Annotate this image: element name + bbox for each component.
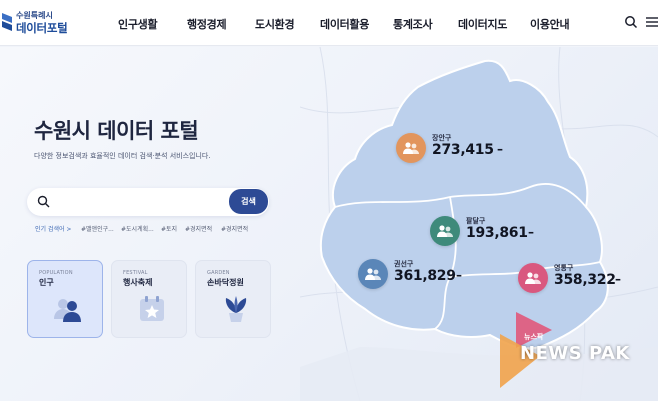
dash-mark: – xyxy=(615,272,621,286)
calendar-star-icon xyxy=(140,296,164,321)
district-population: 358,322 xyxy=(554,272,616,288)
district-population: 193,861 xyxy=(466,225,528,241)
page-description: 다양한 정보검색과 효율적인 데이터 검색·분석 서비스입니다. xyxy=(34,152,211,160)
card-title: 인구 xyxy=(39,278,54,287)
popular-keywords-label: 인기 검색어 > xyxy=(35,226,72,233)
popular-tag[interactable]: #토지 xyxy=(161,224,177,233)
nav-item-data-utilization[interactable]: 데이터활용 xyxy=(320,16,369,32)
site-header: 수원특례시 데이터포털 인구생활 행정경제 도시환경 데이터활용 통계조사 데이… xyxy=(0,0,658,46)
district-population: 273,415 xyxy=(432,142,494,158)
search-button[interactable]: 검색 xyxy=(229,189,268,214)
card-title: 손바닥정원 xyxy=(207,278,244,287)
popular-tag[interactable]: #밸앤인구... xyxy=(81,224,114,233)
district-badge xyxy=(518,263,548,293)
people-icon xyxy=(403,142,419,154)
search-icon xyxy=(37,195,50,208)
plant-icon xyxy=(225,296,247,322)
district-population: 361,829 xyxy=(394,268,456,284)
watermark-text: NEWS PAK xyxy=(520,343,630,364)
popular-tag[interactable]: #도시계획... xyxy=(121,224,154,233)
popular-tag[interactable]: #경지면적 xyxy=(185,224,212,233)
card-garden[interactable]: GARDEN 손바닥정원 xyxy=(195,260,271,338)
card-population[interactable]: POPULATION 인구 xyxy=(27,260,103,338)
site-logo[interactable]: 수원특례시 데이터포털 xyxy=(0,8,90,38)
hamburger-menu-icon[interactable] xyxy=(645,15,658,29)
dash-mark: – xyxy=(456,268,462,282)
page-title: 수원시 데이터 포털 xyxy=(34,119,199,143)
card-festival[interactable]: FESTIVAL 행사축제 xyxy=(111,260,187,338)
card-en-label: POPULATION xyxy=(39,270,73,276)
card-title: 행사축제 xyxy=(123,278,153,287)
nav-item-statistics-survey[interactable]: 통계조사 xyxy=(393,16,433,32)
map-outline xyxy=(319,59,609,350)
newspak-watermark: 뉴스팍 NEWS PAK xyxy=(494,312,658,388)
nav-item-urban-environment[interactable]: 도시환경 xyxy=(255,16,295,32)
people-icon xyxy=(54,299,81,322)
district-badge xyxy=(358,259,388,289)
people-icon xyxy=(525,272,541,284)
dash-mark: – xyxy=(528,225,534,239)
nav-item-population-life[interactable]: 인구생활 xyxy=(118,16,158,32)
search-icon[interactable] xyxy=(624,15,638,29)
card-en-label: GARDEN xyxy=(207,270,230,276)
card-en-label: FESTIVAL xyxy=(123,270,148,276)
people-icon xyxy=(437,225,453,237)
dash-mark: – xyxy=(497,142,503,156)
popular-tag[interactable]: #경지면적 xyxy=(221,224,248,233)
search-input[interactable] xyxy=(55,192,225,212)
watermark-small-text: 뉴스팍 xyxy=(524,333,544,341)
people-icon xyxy=(365,268,381,280)
nav-item-data-map[interactable]: 데이터지도 xyxy=(458,16,507,32)
logo-title: 데이터포털 xyxy=(16,21,68,35)
district-badge xyxy=(430,216,460,246)
logo-mark-icon xyxy=(2,13,12,31)
nav-item-admin-economy[interactable]: 행정경제 xyxy=(187,16,227,32)
nav-item-usage-guide[interactable]: 이용안내 xyxy=(530,16,570,32)
district-badge xyxy=(396,133,426,163)
